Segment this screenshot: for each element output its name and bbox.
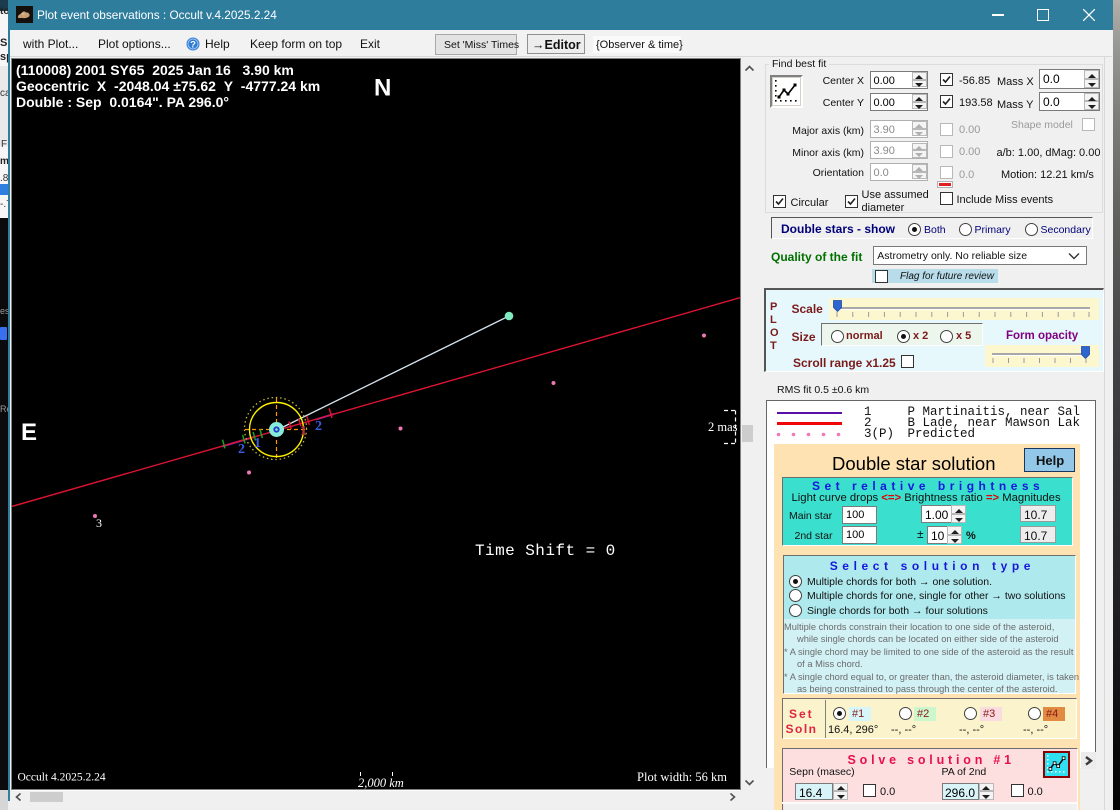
svg-text:Occult 4.2025.2.24: Occult 4.2025.2.24 xyxy=(18,772,106,784)
svg-text:Plot width: 56 km: Plot width: 56 km xyxy=(637,770,727,784)
svg-text:Time Shift = 0: Time Shift = 0 xyxy=(475,542,616,560)
svg-text:1: 1 xyxy=(254,436,261,451)
svg-text:1: 1 xyxy=(300,424,307,439)
svg-text:Double : Sep 0.0164". PA 296.: Double : Sep 0.0164". PA 296.0° xyxy=(16,94,229,110)
svg-text:?: ? xyxy=(190,40,196,51)
svg-text:Geocentric X -2048.04 ±75.62: Geocentric X -2048.04 ±75.62 Y -4777.24 … xyxy=(16,78,320,94)
svg-text:(110008) 2001 SY65 2025 Jan 1: (110008) 2001 SY65 2025 Jan 16 3.90 km xyxy=(16,62,294,78)
svg-text:N: N xyxy=(374,75,391,102)
svg-text:3: 3 xyxy=(96,516,102,530)
svg-text:2 mas: 2 mas xyxy=(708,420,738,434)
svg-text:E: E xyxy=(21,419,37,446)
svg-text:2,000 km: 2,000 km xyxy=(358,776,404,790)
svg-text:2: 2 xyxy=(315,419,322,434)
svg-text:2: 2 xyxy=(238,442,245,457)
